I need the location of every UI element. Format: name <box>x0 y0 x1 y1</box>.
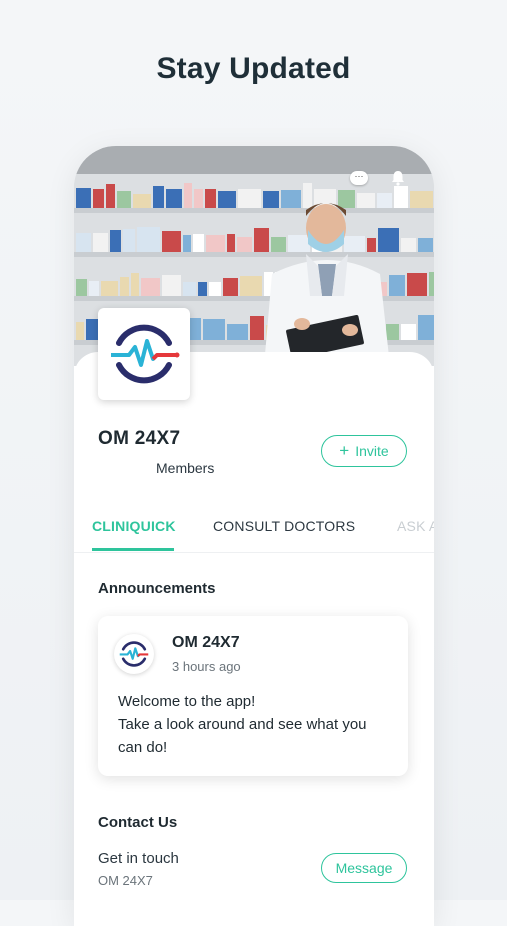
contact-name: OM 24X7 <box>98 873 153 888</box>
plus-icon: + <box>339 441 350 460</box>
invite-label: Invite <box>355 443 389 459</box>
tab-ask[interactable]: ASK A <box>397 518 434 534</box>
members-label[interactable]: Members <box>156 460 214 476</box>
invite-button[interactable]: + Invite <box>321 435 407 467</box>
tab-cliniquick[interactable]: CLINIQUICK <box>92 518 176 534</box>
active-tab-indicator <box>92 548 174 551</box>
announcement-line: Welcome to the app! <box>118 693 256 710</box>
tab-consult-doctors[interactable]: CONSULT DOCTORS <box>213 518 355 534</box>
group-name: OM 24X7 <box>98 428 181 449</box>
announcement-card[interactable]: OM 24X7 3 hours ago Welcome to the app! … <box>98 616 408 776</box>
announcement-line: can do! <box>118 739 168 756</box>
chat-bubble-icon[interactable]: ··· <box>350 171 368 185</box>
tab-bar: CLINIQUICK CONSULT DOCTORS ASK A <box>74 504 434 553</box>
announcements-title: Announcements <box>98 580 216 597</box>
headline: Stay Updated <box>156 52 351 85</box>
announcement-line: Take a look around and see what you <box>118 716 367 733</box>
message-button[interactable]: Message <box>321 853 407 883</box>
announcement-body: Welcome to the app! Take a look around a… <box>118 690 398 759</box>
contact-get-in-touch: Get in touch <box>98 850 179 867</box>
phone-frame: ··· OM 24X7 Members + Invite CLINIQUICK … <box>74 146 434 926</box>
contact-title: Contact Us <box>98 814 178 831</box>
group-logo <box>98 308 190 400</box>
heartbeat-logo <box>119 641 149 667</box>
heartbeat-logo <box>111 324 180 384</box>
avatar <box>114 634 154 674</box>
announcement-time: 3 hours ago <box>172 659 241 674</box>
bell-icon[interactable] <box>390 170 406 186</box>
announcement-author: OM 24X7 <box>172 634 240 651</box>
